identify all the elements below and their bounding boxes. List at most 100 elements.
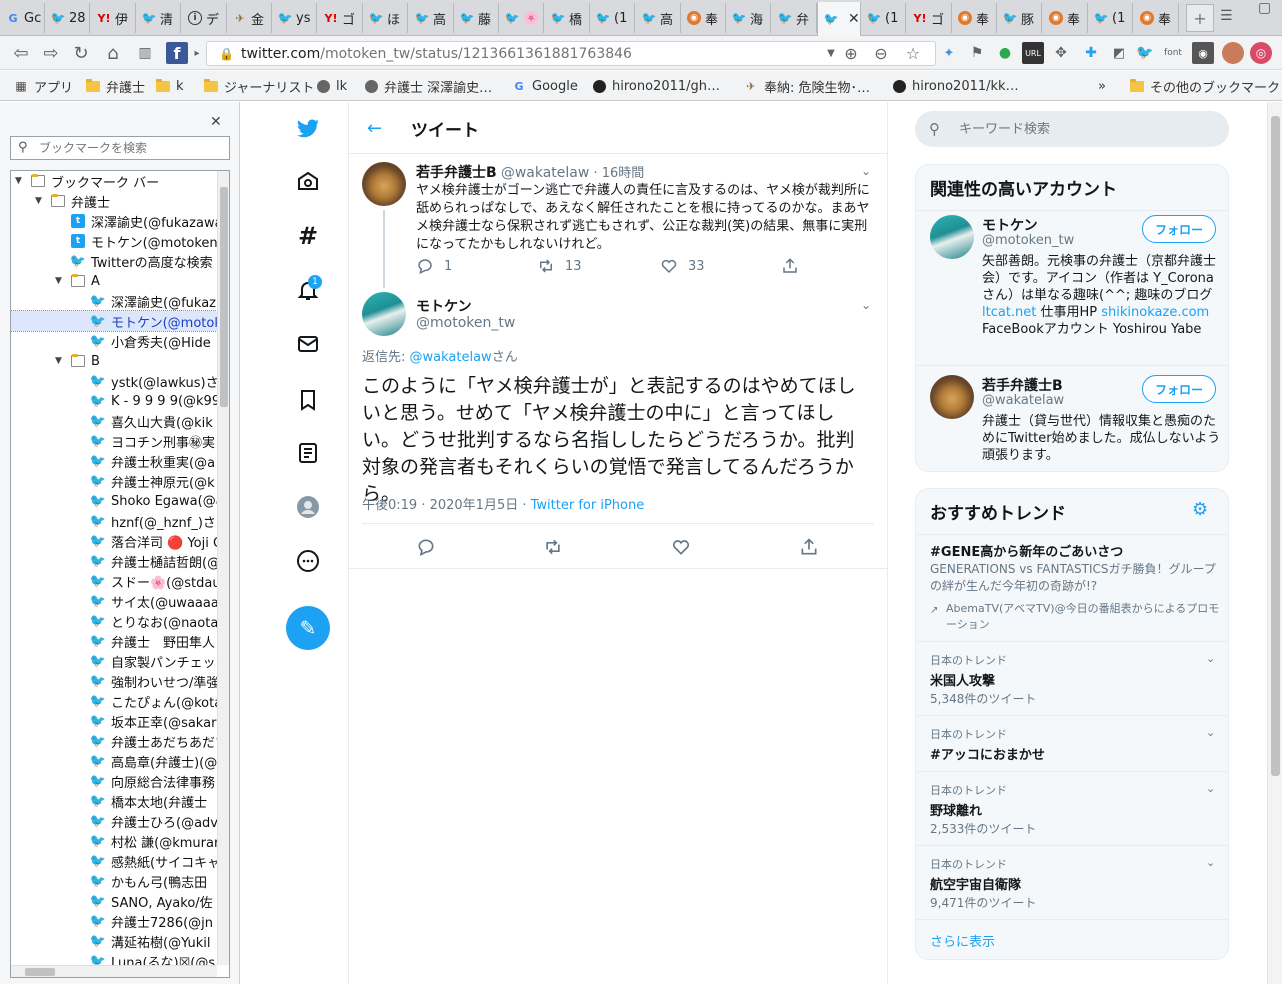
- bookmark-bar-item[interactable]: G Google: [512, 77, 577, 95]
- tweet-timestamp[interactable]: 午後0:19 · 2020年1月5日 ·: [362, 498, 531, 513]
- profile-avatar-icon[interactable]: [1222, 42, 1244, 64]
- browser-tab[interactable]: ◉ 奉: [1043, 3, 1088, 33]
- more-arrow-icon[interactable]: ▸: [192, 42, 202, 64]
- bookmark-item[interactable]: 🐦 強制わいせつ/準強: [11, 671, 217, 691]
- move-icon[interactable]: ✥: [1050, 42, 1072, 64]
- star-icon[interactable]: ☆: [902, 42, 924, 64]
- tweet-source[interactable]: Twitter for iPhone: [531, 498, 645, 513]
- bookmark-bar-item[interactable]: 弁護士 深澤諭史…: [364, 77, 492, 96]
- tree-vertical-scrollbar[interactable]: [217, 171, 229, 965]
- bookmark-item[interactable]: 🐦 こたぴょん(@kota: [11, 691, 217, 711]
- url-dropdown-icon[interactable]: ▼: [820, 42, 842, 64]
- chevron-down-icon[interactable]: ⌄: [861, 298, 871, 312]
- account-handle[interactable]: @wakatelaw: [982, 393, 1064, 408]
- browser-tab[interactable]: G Gc: [0, 3, 45, 33]
- bookmark-item[interactable]: 🐦 高島章(弁護士)(@: [11, 751, 217, 771]
- font-extension-icon[interactable]: font: [1162, 42, 1184, 64]
- avatar[interactable]: [362, 292, 406, 336]
- browser-tab[interactable]: Y! ゴ: [318, 3, 363, 33]
- bookmark-bar-item[interactable]: その他のブックマーク: [1130, 77, 1280, 96]
- browser-tab[interactable]: 🐦 高: [409, 3, 454, 33]
- browser-tab[interactable]: 🐦 藤: [454, 3, 499, 33]
- browser-tab[interactable]: 🐦 ys: [272, 3, 317, 33]
- bookmark-item[interactable]: 🐦 弁護士樋詰哲朗(@: [11, 551, 217, 571]
- browser-tab[interactable]: 🐦 清: [136, 3, 181, 33]
- bookmark-bar-item[interactable]: ジャーナリスト: [204, 77, 314, 96]
- close-tab-icon[interactable]: ✕: [848, 11, 860, 27]
- show-more-link[interactable]: さらに表示: [930, 931, 995, 950]
- browser-tab[interactable]: 🐦 海: [726, 3, 771, 33]
- bookmark-item[interactable]: 🐦 坂本正幸(@sakar: [11, 711, 217, 731]
- bookmark-item[interactable]: 🐦 深澤諭史(@fukaz: [11, 291, 217, 311]
- follow-button[interactable]: フォロー: [1142, 375, 1216, 403]
- browser-tab[interactable]: 🐦 (1: [590, 3, 635, 33]
- like-button[interactable]: 33: [660, 257, 705, 275]
- bookmark-item[interactable]: 🐦 SANO, Ayako/佐: [11, 891, 217, 911]
- forward-arrow-icon[interactable]: ⇨: [40, 42, 62, 64]
- trend-item[interactable]: 日本のトレンド #アッコにおまかせ ⌄: [916, 715, 1228, 771]
- explore-hashtag-icon[interactable]: #: [293, 221, 323, 251]
- bookmark-item[interactable]: 🐦 ヨコチン刑事㊙実: [11, 431, 217, 451]
- reply-to-handle[interactable]: @wakatelaw: [410, 350, 492, 365]
- twitter-logo-icon[interactable]: [293, 114, 323, 144]
- bookmark-bar-item[interactable]: lk: [316, 77, 347, 95]
- like-button[interactable]: [671, 537, 701, 557]
- home-icon[interactable]: ⌂: [102, 42, 124, 64]
- avatar[interactable]: [362, 162, 406, 206]
- account-name[interactable]: 若手弁護士B: [982, 375, 1063, 395]
- bookmark-bar-item[interactable]: k: [156, 77, 184, 95]
- chevron-down-icon[interactable]: ⌄: [861, 164, 871, 178]
- bookmark-folder[interactable]: ▼ B: [11, 351, 217, 371]
- bookmark-item[interactable]: 🐦 落合洋司 🔴 Yoji O: [11, 531, 217, 551]
- trend-item[interactable]: 日本のトレンド 野球離れ 2,533件のツイート ⌄: [916, 771, 1228, 845]
- close-icon[interactable]: ✕: [210, 114, 222, 130]
- trend-item[interactable]: 日本のトレンド 航空宇宙自衛隊 9,471件のツイート ⌄: [916, 845, 1228, 919]
- reader-icon[interactable]: ▥: [134, 42, 156, 64]
- bookmark-folder[interactable]: ▼ ブックマーク バー: [11, 171, 217, 191]
- browser-tab[interactable]: 🐦 豚: [997, 3, 1042, 33]
- bio-link-blog[interactable]: ltcat.net: [982, 305, 1036, 320]
- extension-icon-4[interactable]: ◉: [1192, 42, 1214, 64]
- evernote-icon[interactable]: ●: [994, 42, 1016, 64]
- tweet-author-name[interactable]: モトケン: [416, 296, 472, 316]
- browser-tab[interactable]: iデ: [182, 3, 227, 33]
- bookmark-bar-item[interactable]: »: [1098, 77, 1106, 95]
- bookmark-bar-item[interactable]: 弁護士: [86, 77, 145, 96]
- browser-tab[interactable]: 🐦 (1: [861, 3, 906, 33]
- bookmark-bar-item[interactable]: ✈ 奉納: 危険生物･…: [744, 77, 870, 96]
- tweet-author-name[interactable]: 若手弁護士B: [416, 165, 497, 181]
- chevron-down-icon[interactable]: ⌄: [1206, 856, 1215, 869]
- facebook-icon[interactable]: f: [166, 42, 188, 64]
- retweet-button[interactable]: 13: [537, 257, 582, 275]
- bookmark-item[interactable]: 🐦 村松 謙(@kmurar: [11, 831, 217, 851]
- bookmark-item[interactable]: 🐦 弁護士神原元(@k: [11, 471, 217, 491]
- promoted-trend[interactable]: #GENE高から新年のごあいさつ GENERATIONS vs FANTASTI…: [916, 533, 1228, 641]
- bookmark-item[interactable]: 🐦 かもん弓(鴨志田: [11, 871, 217, 891]
- new-tab-button[interactable]: +: [1186, 4, 1214, 32]
- page-scrollbar[interactable]: [1267, 102, 1282, 984]
- account-handle[interactable]: @motoken_tw: [982, 233, 1074, 248]
- bookmark-item[interactable]: 🐦 弁護士7286(@jn: [11, 911, 217, 931]
- reload-icon[interactable]: ↻: [70, 42, 92, 64]
- bookmark-item[interactable]: 🐦 感熱紙(サイコキャ: [11, 851, 217, 871]
- browser-tab[interactable]: 🐦 (1: [1088, 3, 1133, 33]
- bookmark-bar-item[interactable]: hirono2011/kk…: [892, 77, 1019, 95]
- bookmark-item[interactable]: 🐦 とりなお(@naotar: [11, 611, 217, 631]
- expand-arrow-icon[interactable]: ▼: [55, 356, 69, 366]
- profile-icon[interactable]: [293, 492, 323, 522]
- trend-item[interactable]: 日本のトレンド 米国人攻撃 5,348件のツイート ⌄: [916, 641, 1228, 715]
- twitter-search-input[interactable]: [915, 111, 1229, 147]
- browser-tab[interactable]: ◉ 奉: [1134, 3, 1179, 33]
- avatar[interactable]: [930, 375, 974, 419]
- url-shortener-icon[interactable]: URL: [1022, 42, 1044, 64]
- tweet-author-handle[interactable]: @motoken_tw: [416, 315, 515, 331]
- browser-tab[interactable]: 🐦 橋: [545, 3, 590, 33]
- browser-tab[interactable]: 🐦 ✕: [817, 2, 861, 36]
- browser-tab[interactable]: ✈ 金: [227, 3, 272, 33]
- chevron-down-icon[interactable]: ⌄: [1206, 782, 1215, 795]
- bookmark-folder[interactable]: ▼ 弁護士: [11, 191, 217, 211]
- bookmark-item[interactable]: 🐦 サイ太(@uwaaaa): [11, 591, 217, 611]
- window-menu-icon[interactable]: ▢: [1258, 0, 1271, 16]
- more-options-icon[interactable]: [293, 546, 323, 576]
- bookmark-item[interactable]: 🐦 弁護士 野田隼人: [11, 631, 217, 651]
